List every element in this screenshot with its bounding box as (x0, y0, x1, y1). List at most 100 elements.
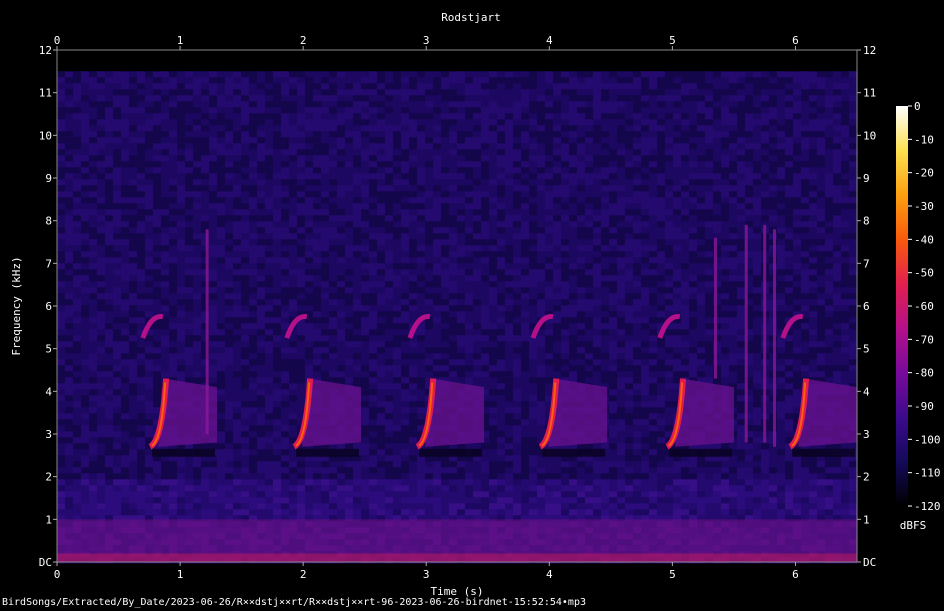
spectrogram-cell (137, 425, 145, 432)
spectrogram-cell (297, 215, 305, 222)
spectrogram-cell (305, 293, 313, 300)
spectrogram-cell (457, 329, 465, 336)
spectrogram-cell (657, 383, 665, 390)
spectrogram-cell (193, 101, 201, 108)
spectrogram-cell (545, 179, 553, 186)
spectrogram-cell (57, 185, 65, 192)
spectrogram-cell (305, 149, 313, 156)
spectrogram-cell (65, 131, 73, 138)
spectrogram-cell (465, 107, 473, 114)
spectrogram-cell (585, 281, 593, 288)
spectrogram-cell (681, 95, 689, 102)
spectrogram-cell (377, 329, 385, 336)
spectrogram-cell (609, 329, 617, 336)
spectrogram-cell (433, 311, 441, 318)
spectrogram-cell (585, 305, 593, 312)
spectrogram-cell (217, 281, 225, 288)
spectrogram-cell (553, 107, 561, 114)
spectrogram-cell (489, 281, 497, 288)
spectrogram-cell (529, 281, 537, 288)
spectrogram-cell (681, 233, 689, 240)
spectrogram-cell (633, 293, 641, 300)
spectrogram-cell (673, 347, 681, 354)
spectrogram-cell (849, 173, 857, 180)
spectrogram-cell (657, 185, 665, 192)
spectrogram-cell (369, 71, 377, 78)
spectrogram-cell (161, 71, 169, 78)
spectrogram-cell (281, 323, 289, 330)
spectrogram-cell (345, 71, 353, 78)
spectrogram-cell (481, 299, 489, 306)
spectrogram-cell (449, 347, 457, 354)
spectrogram-cell (721, 227, 729, 234)
spectrogram-cell (697, 215, 705, 222)
spectrogram-cell (585, 173, 593, 180)
spectrogram-cell (457, 185, 465, 192)
spectrogram-cell (689, 77, 697, 84)
spectrogram-cell (241, 269, 249, 276)
spectrogram-cell (697, 155, 705, 162)
spectrogram-cell (241, 395, 249, 402)
spectrogram-cell (633, 227, 641, 234)
spectrogram-cell (673, 89, 681, 96)
spectrogram-cell (793, 341, 801, 348)
spectrogram-cell (785, 173, 793, 180)
spectrogram-cell (73, 311, 81, 318)
spectrogram-cell (513, 293, 521, 300)
spectrogram-cell (497, 197, 505, 204)
spectrogram-cell (185, 293, 193, 300)
spectrogram-cell (209, 191, 217, 198)
spectrogram-cell (569, 221, 577, 228)
spectrogram-cell (465, 287, 473, 294)
spectrogram-cell (289, 293, 297, 300)
spectrogram-cell (617, 323, 625, 330)
spectrogram-cell (145, 365, 153, 372)
spectrogram-cell (745, 197, 753, 204)
spectrogram-cell (401, 383, 409, 390)
spectrogram-cell (393, 143, 401, 150)
spectrogram-cell (481, 209, 489, 216)
spectrogram-cell (777, 107, 785, 114)
spectrogram-cell (401, 113, 409, 120)
spectrogram-cell (529, 173, 537, 180)
spectrogram-cell (137, 359, 145, 366)
spectrogram-cell (225, 203, 233, 210)
spectrogram-cell (353, 221, 361, 228)
spectrogram-cell (545, 221, 553, 228)
spectrogram-cell (849, 281, 857, 288)
spectrogram-cell (153, 77, 161, 84)
spectrogram-cell (281, 209, 289, 216)
spectrogram-cell (601, 239, 609, 246)
spectrogram-cell (481, 167, 489, 174)
spectrogram-cell (185, 137, 193, 144)
spectrogram-cell (777, 161, 785, 168)
spectrogram-cell (649, 125, 657, 132)
spectrogram-cell (217, 323, 225, 330)
spectrogram-cell (657, 89, 665, 96)
spectrogram-cell (721, 299, 729, 306)
spectrogram-cell (809, 359, 817, 366)
spectrogram-cell (761, 71, 769, 78)
spectrogram-cell (809, 161, 817, 168)
spectrogram-cell (529, 83, 537, 90)
spectrogram-cell (641, 89, 649, 96)
spectrogram-cell (729, 101, 737, 108)
spectrogram-cell (641, 251, 649, 258)
spectrogram-cell (345, 209, 353, 216)
spectrogram-cell (601, 203, 609, 210)
spectrogram-cell (665, 383, 673, 390)
spectrogram-cell (97, 305, 105, 312)
spectrogram-cell (673, 281, 681, 288)
spectrogram-cell (417, 395, 425, 402)
spectrogram-cell (273, 161, 281, 168)
spectrogram-cell (705, 359, 713, 366)
spectrogram-cell (137, 143, 145, 150)
spectrogram-cell (281, 161, 289, 168)
spectrogram-cell (577, 137, 585, 144)
spectrogram-cell (89, 347, 97, 354)
spectrogram-cell (641, 209, 649, 216)
spectrogram-cell (353, 359, 361, 366)
spectrogram-cell (449, 95, 457, 102)
spectrogram-cell (577, 167, 585, 174)
spectrogram-cell (641, 77, 649, 84)
